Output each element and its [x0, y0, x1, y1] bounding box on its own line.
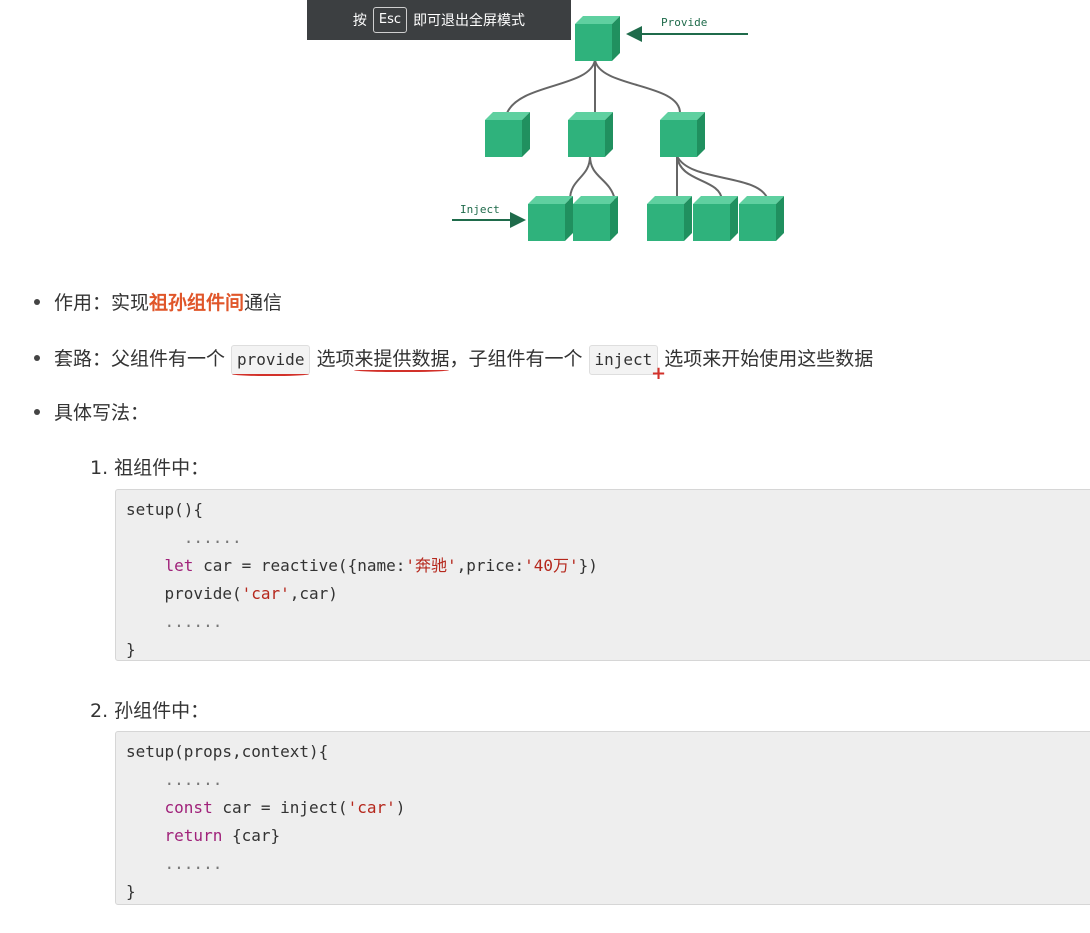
- inject-label: Inject: [460, 203, 500, 216]
- root-cube-icon: [575, 16, 620, 61]
- code-line: ......: [183, 528, 242, 547]
- highlight-text: 祖孙组件间: [149, 292, 245, 314]
- bullet-text: 选项: [316, 348, 355, 370]
- code-line: ......: [164, 612, 223, 631]
- bullet-dot-icon: [34, 409, 40, 415]
- provide-inject-diagram: Provide Inject: [452, 16, 784, 241]
- grandchild-cube-icon: [528, 196, 573, 241]
- underlined-text: 来提供数据: [354, 348, 450, 370]
- child-cube-icon: [485, 112, 530, 157]
- bullet-text: 通信: [244, 292, 283, 314]
- inline-code-inject: inject: [588, 345, 659, 375]
- banner-pre-text: 按: [352, 13, 367, 29]
- bullet-text: ，子组件有一个: [449, 348, 583, 370]
- code-line: setup(){: [126, 500, 204, 519]
- grandchild-cube-icon: [693, 196, 738, 241]
- tree-connectors: [506, 59, 769, 201]
- child-cube-icon: [568, 112, 613, 157]
- code-line: const car = inject('car'): [164, 798, 406, 817]
- code-block-ancestor: setup(){ ...... let car = reactive({name…: [115, 489, 1090, 661]
- bullet-usage: 具体写法：: [28, 396, 149, 430]
- esc-key[interactable]: Esc: [372, 7, 408, 33]
- annotation-plus-icon: +: [651, 363, 667, 384]
- grandchild-cube-icon: [573, 196, 618, 241]
- bullet-text: 套路：父组件有一个: [54, 348, 226, 370]
- bullet-dot-icon: [34, 299, 40, 305]
- bullet-text: 具体写法：: [54, 402, 150, 424]
- bullet-text: 选项来开始使用这些数据: [664, 348, 874, 370]
- provide-label: Provide: [661, 16, 707, 29]
- bullet-purpose: 作用：实现祖孙组件间通信: [28, 286, 282, 320]
- code-line: ......: [164, 854, 223, 873]
- code-line: provide('car',car): [164, 584, 338, 603]
- bullet-dot-icon: [34, 355, 40, 361]
- code-line: ......: [164, 770, 223, 789]
- grandchild-cube-icon: [739, 196, 784, 241]
- child-cube-icon: [660, 112, 705, 157]
- code-line: return {car}: [164, 826, 281, 845]
- code-line: setup(props,context){: [126, 742, 329, 761]
- code-line: }: [126, 882, 136, 901]
- grandchild-cube-icon: [647, 196, 692, 241]
- step-1-title: 1. 祖组件中：: [90, 457, 210, 479]
- code-line: }: [126, 640, 136, 659]
- code-block-descendant: setup(props,context){ ...... const car =…: [115, 731, 1090, 905]
- bullet-text: 作用：实现: [54, 292, 150, 314]
- inline-code-provide: provide: [231, 345, 311, 376]
- step-2-title: 2. 孙组件中：: [90, 700, 210, 722]
- code-line: let car = reactive({name:'奔驰',price:'40万…: [164, 556, 598, 575]
- bullet-pattern: 套路：父组件有一个 provide 选项来提供数据，子组件有一个 inject 选项来开…: [28, 342, 873, 376]
